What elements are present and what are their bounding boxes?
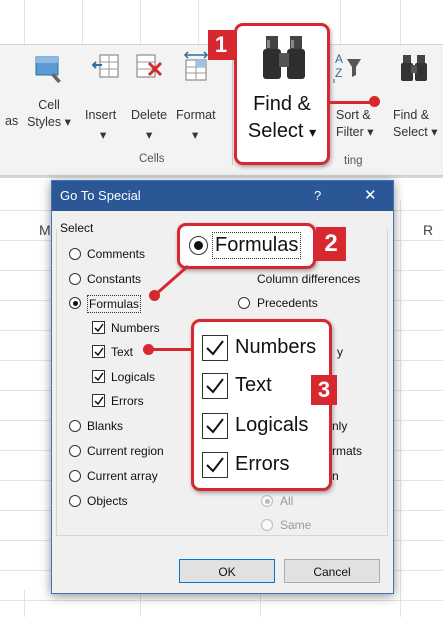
step-1-badge: 1 (208, 30, 234, 60)
radio-comments[interactable] (69, 248, 81, 260)
grid-line (24, 590, 25, 617)
option-precedents[interactable]: Precedents (257, 295, 318, 311)
grid-line (82, 0, 83, 44)
cells-group-label: Cells (139, 153, 165, 165)
find-select-big-text: Find & Select ▾ (247, 93, 317, 142)
option-constants[interactable]: Constants (87, 271, 141, 287)
format-cells-icon[interactable] (181, 51, 211, 83)
connector-dot-3 (143, 344, 154, 355)
sort-filter-label[interactable]: Sort & Filter ▾ (336, 107, 374, 141)
grid-line (340, 0, 341, 44)
option-partial-2[interactable]: nly (332, 418, 347, 434)
cancel-button[interactable]: Cancel (284, 559, 380, 583)
column-header-m[interactable]: M (39, 222, 51, 238)
sort-filter-icon[interactable]: AZ (331, 51, 365, 85)
numbers-big-checkbox (202, 335, 228, 361)
grid-line (140, 0, 141, 44)
cell-styles-icon[interactable] (34, 55, 64, 85)
checkbox-logicals[interactable] (92, 370, 105, 383)
formulas-callout-label: Formulas (212, 232, 302, 259)
column-header-bar (0, 176, 443, 178)
cell-styles-label[interactable]: Cell Styles ▾ (26, 97, 72, 131)
formulas-callout-radio (189, 236, 208, 255)
checkbox-text[interactable] (92, 345, 105, 358)
column-header-r[interactable]: R (423, 222, 433, 238)
svg-text:Z: Z (335, 66, 342, 80)
grid-line (24, 0, 25, 44)
find-select-binoculars-icon[interactable] (398, 51, 432, 85)
option-same: Same (280, 518, 312, 532)
connector-line-3 (149, 348, 191, 351)
format-dropdown-icon[interactable]: ▾ (192, 127, 198, 144)
radio-objects[interactable] (69, 495, 81, 507)
ribbon-cut-label: as (5, 114, 19, 128)
grid-line (400, 0, 401, 44)
option-objects[interactable]: Objects (87, 493, 128, 509)
grid-line (0, 600, 443, 601)
radio-constants[interactable] (69, 273, 81, 285)
editing-group-label: ting (344, 155, 363, 167)
format-label[interactable]: Format (176, 107, 216, 124)
option-partial-4[interactable]: n (332, 468, 339, 484)
checkbox-errors[interactable] (92, 394, 105, 407)
checkbox-options-callout: Numbers Text Logicals Errors (191, 319, 332, 491)
close-icon[interactable]: ✕ (364, 186, 377, 204)
text-big-label: Text (235, 374, 272, 396)
grid-line (140, 590, 141, 617)
option-current-region[interactable]: Current region (87, 443, 164, 459)
option-all: All (280, 494, 294, 508)
option-errors[interactable]: Errors (111, 393, 144, 409)
delete-cells-icon[interactable] (135, 53, 165, 83)
group-separator (232, 55, 233, 165)
ok-button[interactable]: OK (179, 559, 275, 583)
connector-line-2 (154, 264, 189, 297)
find-select-label[interactable]: Find & Select ▾ (393, 107, 438, 141)
option-comments[interactable]: Comments (87, 246, 145, 262)
option-text[interactable]: Text (111, 344, 133, 360)
option-partial-3[interactable]: rmats (332, 443, 362, 459)
step-3-badge: 3 (311, 375, 337, 405)
insert-label[interactable]: Insert (85, 107, 116, 124)
radio-all (261, 495, 273, 507)
dialog-title: Go To Special (60, 188, 141, 203)
option-column-differences[interactable]: Column differences (257, 271, 360, 287)
option-logicals[interactable]: Logicals (111, 369, 155, 385)
binoculars-large-icon (259, 34, 309, 84)
radio-current-array[interactable] (69, 470, 81, 482)
option-numbers[interactable]: Numbers (111, 320, 160, 336)
radio-same (261, 519, 273, 531)
insert-dropdown-icon[interactable]: ▾ (100, 127, 106, 144)
grid-line (400, 200, 401, 617)
errors-big-checkbox (202, 452, 228, 478)
numbers-big-label: Numbers (235, 336, 317, 358)
radio-formulas[interactable] (69, 297, 81, 309)
radio-blanks[interactable] (69, 420, 81, 432)
checkbox-numbers[interactable] (92, 321, 105, 334)
svg-text:A: A (335, 52, 343, 66)
radio-precedents[interactable] (238, 297, 250, 309)
dialog-title-bar: Go To Special ? ✕ (52, 181, 393, 211)
insert-cells-icon[interactable] (91, 53, 122, 83)
errors-big-label: Errors (235, 453, 290, 475)
logicals-big-label: Logicals (235, 414, 309, 436)
delete-label[interactable]: Delete (131, 107, 167, 124)
option-blanks[interactable]: Blanks (87, 418, 123, 434)
ribbon: as Cell Styles ▾ Insert ▾ Delete ▾ Forma… (0, 44, 443, 176)
logicals-big-checkbox (202, 413, 228, 439)
step-2-badge: 2 (316, 227, 346, 261)
option-current-array[interactable]: Current array (87, 468, 158, 484)
grid-line (260, 590, 261, 617)
grid-line (198, 0, 199, 44)
option-partial-1[interactable]: y (337, 344, 343, 360)
connector-dot-1 (369, 96, 380, 107)
help-button[interactable]: ? (314, 188, 321, 203)
radio-current-region[interactable] (69, 445, 81, 457)
delete-dropdown-icon[interactable]: ▾ (146, 127, 152, 144)
option-formulas[interactable]: Formulas (87, 295, 142, 313)
text-big-checkbox (202, 373, 228, 399)
